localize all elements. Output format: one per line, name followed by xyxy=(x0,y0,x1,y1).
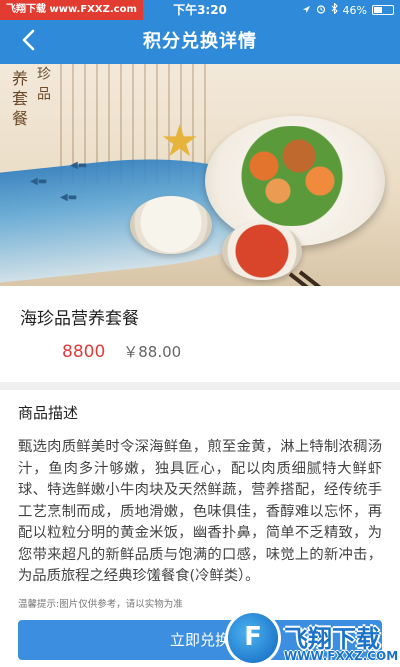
bluetooth-icon xyxy=(331,2,338,17)
points-cost: 8800 xyxy=(62,342,106,362)
battery-icon xyxy=(372,5,394,15)
section-divider xyxy=(0,382,400,390)
product-name: 海珍品营养套餐 xyxy=(20,309,139,329)
product-info: 海珍品营养套餐 8800 ￥88.00 xyxy=(0,286,400,362)
watermark-logo: F 飞翔下载 WWW.FXXZ.COM xyxy=(222,607,400,667)
battery-percent: 46% xyxy=(342,3,367,17)
price-value: ￥88.00 xyxy=(123,343,182,361)
status-right: 46% xyxy=(302,0,394,20)
fish-icon: ◀▬ xyxy=(30,176,48,187)
rice-bowl xyxy=(130,196,212,254)
alarm-icon xyxy=(316,4,326,17)
dish-food xyxy=(222,126,362,226)
status-bar: 飞翔下载 www.FXXZ.com 下午3:20 46% xyxy=(0,0,400,20)
calligraphy-text: 养套餐 xyxy=(9,70,28,130)
calligraphy-text-2: 珍品 xyxy=(35,66,51,106)
battery-fill xyxy=(374,7,383,13)
product-image: 养套餐 珍品 ◀▬ ◀▬ ◀▬ ★ xyxy=(0,64,400,286)
logo-icon: F xyxy=(228,613,278,663)
fish-icon: ◀▬ xyxy=(60,192,78,203)
description-section: 商品描述 甄选肉质鲜美时令深海鲜鱼，煎至金黄，淋上特制浓稠汤汁，鱼肉多汁够嫩，独… xyxy=(0,390,400,610)
description-label: 商品描述 xyxy=(18,404,79,422)
sauce-bowl xyxy=(222,222,302,280)
location-icon xyxy=(302,4,311,17)
fish-icon: ◀▬ xyxy=(70,160,88,171)
starfish-icon: ★ xyxy=(160,116,200,167)
tip-text: 温馨提示:图片仅供参考，请以实物为准 xyxy=(18,599,183,610)
price-row: 8800 ￥88.00 xyxy=(20,341,380,362)
nav-bar: 积分兑换详情 xyxy=(0,20,400,64)
page-title: 积分兑换详情 xyxy=(143,31,257,52)
description-text: 甄选肉质鲜美时令深海鲜鱼，煎至金黄，淋上特制浓稠汤汁，鱼肉多汁够嫩，独具匠心，配… xyxy=(18,439,382,584)
logo-url: WWW.FXXZ.COM xyxy=(284,649,399,663)
chopsticks-2 xyxy=(298,270,388,286)
